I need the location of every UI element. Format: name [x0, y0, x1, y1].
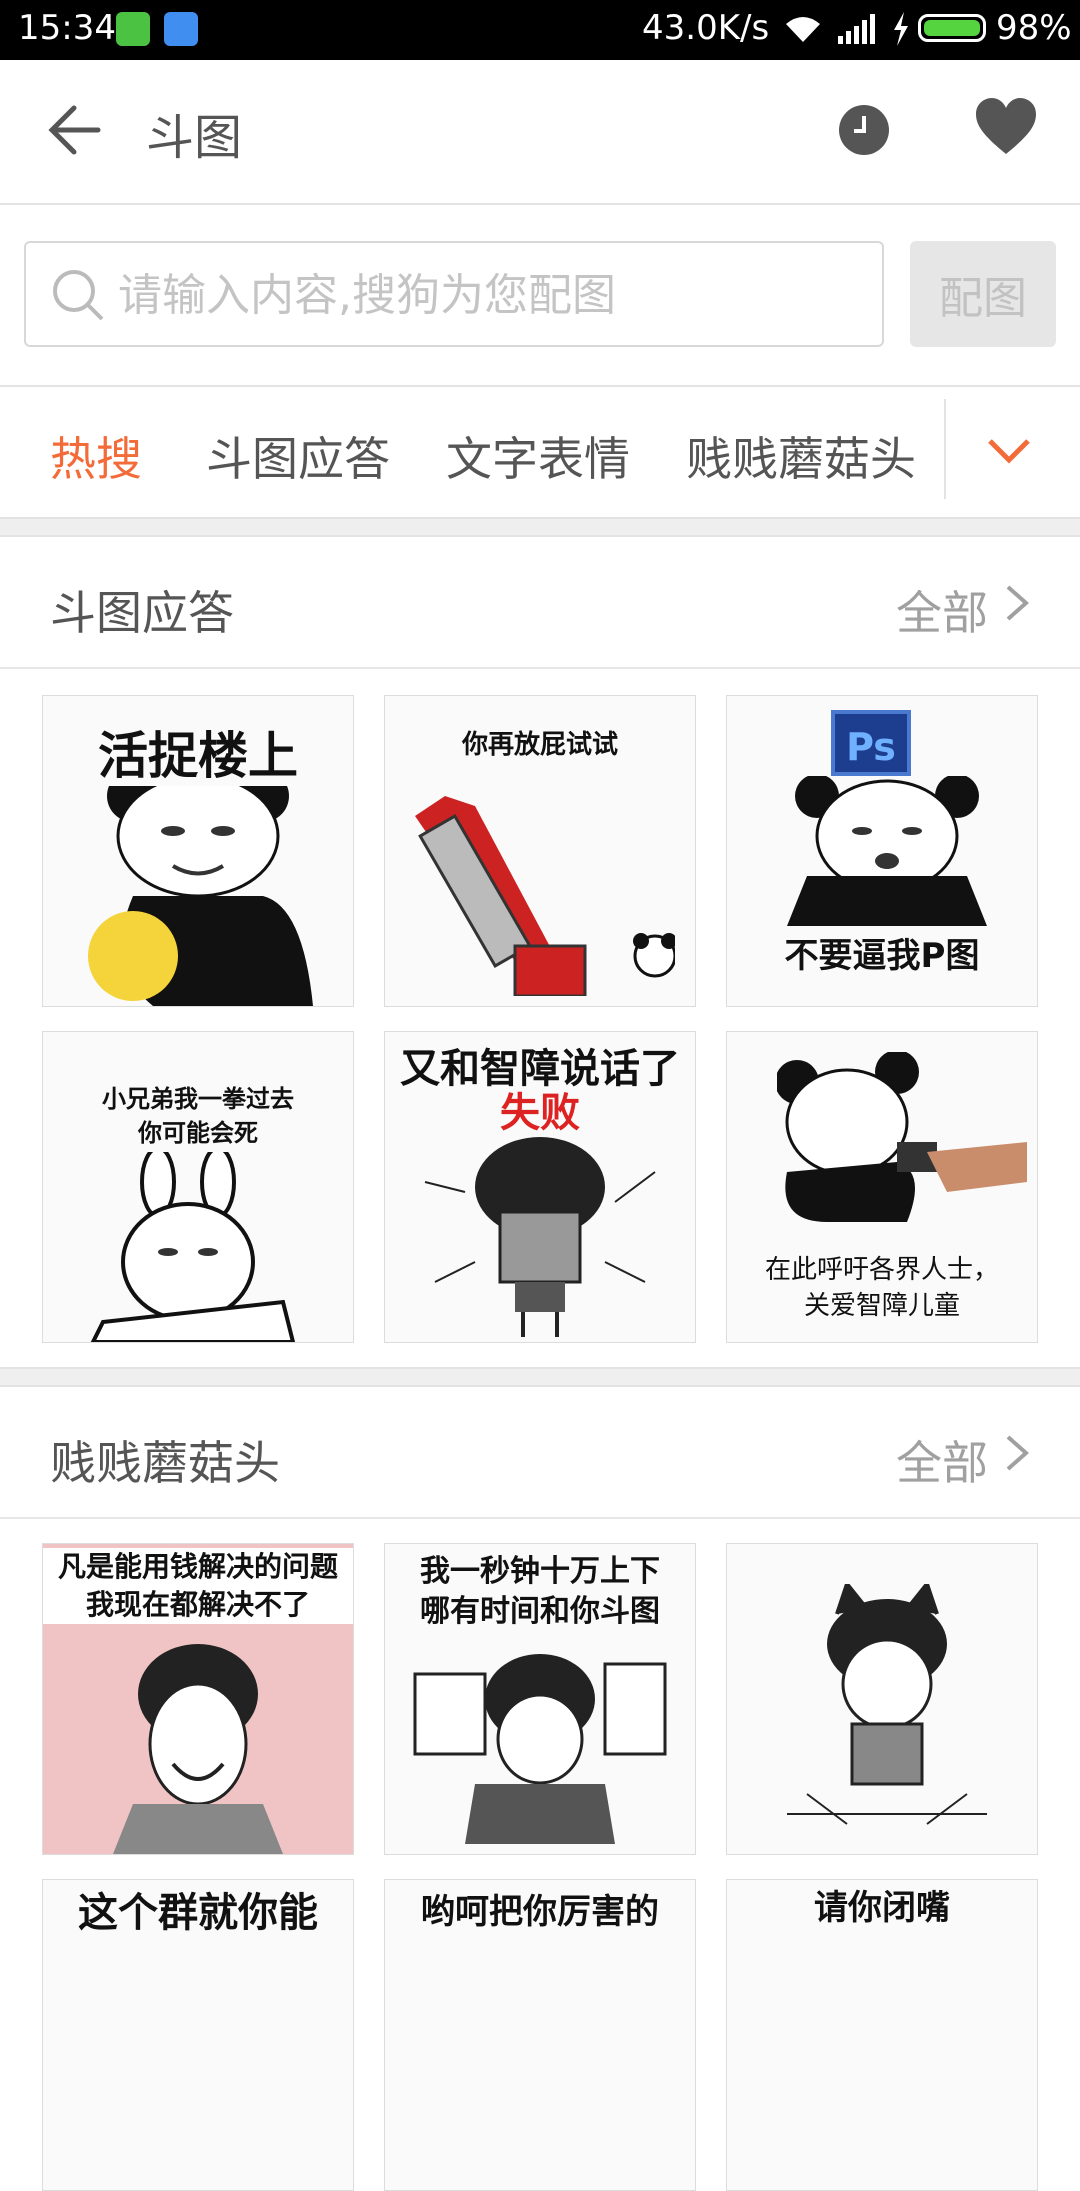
meme-item[interactable]: [726, 1543, 1038, 1855]
panda-face-image: [88, 786, 313, 1006]
tab-text-emoji[interactable]: 文字表情: [446, 423, 630, 489]
photoshop-badge: Ps: [831, 710, 911, 776]
search-icon: [53, 270, 104, 321]
section-title: 贱贱蘑菇头: [50, 1436, 280, 1490]
meme-item[interactable]: 我一秒钟十万上下 哪有时间和你斗图: [384, 1543, 696, 1855]
meme-item[interactable]: 凡是能用钱解决的问题 我现在都解决不了: [42, 1543, 354, 1855]
bunny-face-image: [90, 1152, 296, 1342]
signal-icon: [838, 14, 875, 44]
mushroom-head-image: [424, 1137, 656, 1337]
panda-interview-image: [777, 1052, 1027, 1222]
battery-percent: 98%: [996, 8, 1072, 48]
tab-doutu-reply[interactable]: 斗图应答: [206, 423, 390, 489]
tab-hot-search[interactable]: 热搜: [50, 423, 142, 489]
meme-item[interactable]: 哟呵把你厉害的: [384, 1879, 696, 2191]
cloud-app-icon: [164, 12, 198, 46]
view-all-link[interactable]: 全部: [896, 577, 988, 643]
mushroom-head-phone-image: [413, 1654, 667, 1844]
mushroom-head-cat-image: [787, 1584, 987, 1825]
app-bar: 斗图: [0, 60, 1080, 205]
meme-item[interactable]: 这个群就你能: [42, 1879, 354, 2191]
meme-item[interactable]: 又和智障说话了 失败: [384, 1031, 696, 1343]
wifi-icon: [786, 17, 820, 42]
section-divider: [0, 1367, 1080, 1387]
match-image-button[interactable]: 配图: [910, 241, 1056, 347]
section-divider: [0, 517, 1080, 537]
network-speed: 43.0K/s: [642, 8, 770, 48]
meme-item[interactable]: 活捉楼上: [42, 695, 354, 1007]
search-row: 配图: [0, 205, 1080, 387]
page-title: 斗图: [146, 110, 243, 166]
view-all-link[interactable]: 全部: [896, 1427, 988, 1493]
meme-item[interactable]: 在此呼吁各界人士， 关爱智障儿童: [726, 1031, 1038, 1343]
meme-item[interactable]: Ps 不要逼我P图: [726, 695, 1038, 1007]
history-icon[interactable]: [838, 104, 890, 156]
category-tabs: 热搜 斗图应答 文字表情 贱贱蘑菇头: [0, 387, 1080, 517]
status-time: 15:34: [18, 8, 116, 48]
mushroom-head-money-image: [113, 1644, 283, 1854]
tab-divider: [944, 399, 946, 499]
back-arrow-icon[interactable]: [44, 100, 104, 160]
section-header-doutu-reply: 斗图应答 全部: [0, 537, 1080, 669]
meme-item[interactable]: 小兄弟我一拳过去 你可能会死: [42, 1031, 354, 1343]
search-input[interactable]: [116, 261, 860, 329]
status-bar: 15:34 43.0K/s 98%: [0, 0, 1080, 60]
chevron-right-icon[interactable]: [1002, 583, 1032, 623]
chainsaw-image: [415, 796, 675, 996]
charging-icon: [894, 12, 908, 46]
chevron-down-icon[interactable]: [986, 427, 1032, 473]
search-box[interactable]: [24, 241, 884, 347]
chevron-right-icon[interactable]: [1002, 1433, 1032, 1473]
meme-item[interactable]: 你再放屁试试: [384, 695, 696, 1007]
tab-mushroom-head[interactable]: 贱贱蘑菇头: [686, 423, 916, 489]
panda-face-image: [787, 776, 987, 926]
battery-icon: [918, 14, 986, 42]
favorites-heart-icon[interactable]: [974, 96, 1038, 160]
meme-item[interactable]: 请你闭嘴: [726, 1879, 1038, 2191]
section-title: 斗图应答: [50, 586, 234, 640]
section-header-mushroom-head: 贱贱蘑菇头 全部: [0, 1387, 1080, 1519]
battery-app-icon: [116, 12, 150, 46]
